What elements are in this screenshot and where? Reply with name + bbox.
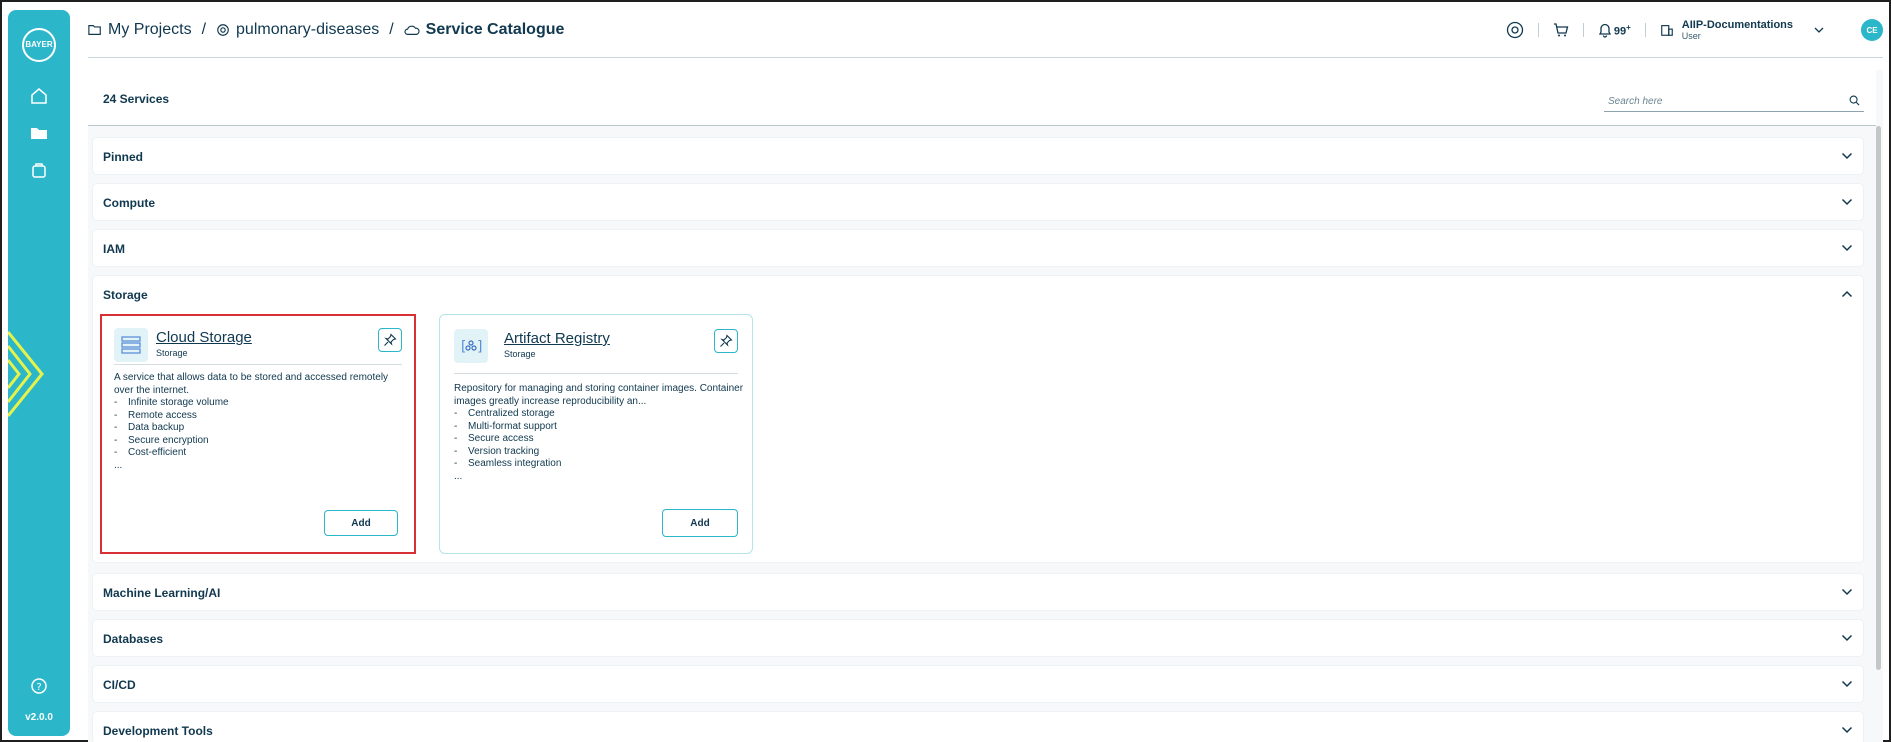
feature-item: Seamless integration <box>454 458 744 471</box>
card-description: A service that allows data to be stored … <box>114 372 404 472</box>
header-actions: 99+ AIIP-Documentations User CE <box>1506 2 1883 58</box>
category-machine-learning[interactable]: Machine Learning/AI <box>93 574 1863 610</box>
svg-text:]: ] <box>476 339 484 355</box>
catalogue-toolbar: 24 Services <box>88 70 1876 126</box>
user-menu[interactable]: AIIP-Documentations User CE <box>1660 19 1883 41</box>
help-icon[interactable]: ? <box>29 676 49 696</box>
notifications-button[interactable]: 99+ <box>1598 22 1631 38</box>
scrollbar[interactable] <box>1876 126 1881 670</box>
settings-icon[interactable] <box>1506 21 1524 39</box>
breadcrumb-project[interactable]: pulmonary-diseases <box>216 21 379 39</box>
breadcrumb-separator: / <box>201 20 207 38</box>
home-icon[interactable] <box>29 86 49 106</box>
divider <box>1582 23 1584 37</box>
category-development-tools[interactable]: Development Tools <box>93 712 1863 742</box>
divider <box>1644 23 1646 37</box>
avatar[interactable]: CE <box>1861 19 1883 41</box>
search-icon[interactable] <box>1849 95 1860 106</box>
breadcrumb-separator: / <box>389 20 394 38</box>
category-compute[interactable]: Compute <box>93 184 1863 220</box>
add-button[interactable]: Add <box>662 509 738 537</box>
category-storage-title[interactable]: Storage <box>103 288 148 302</box>
cloud-icon <box>404 25 420 35</box>
feature-item: Remote access <box>114 410 404 423</box>
add-button[interactable]: Add <box>324 510 398 536</box>
sidebar: BAYER ? v2.0.0 <box>8 10 70 736</box>
breadcrumb-my-projects[interactable]: My Projects <box>88 21 192 39</box>
bayer-logo[interactable]: BAYER <box>22 28 56 62</box>
feature-item: Secure encryption <box>114 435 404 448</box>
expand-chevrons-icon[interactable] <box>8 328 52 420</box>
svg-text:?: ? <box>36 682 41 693</box>
pin-icon <box>384 333 397 346</box>
chevron-down-icon <box>1841 152 1853 160</box>
pin-icon <box>720 334 733 347</box>
bag-icon[interactable] <box>29 160 49 180</box>
services-count: 24 Services <box>103 92 170 106</box>
artifact-registry-icon: [] <box>454 329 488 363</box>
search-input[interactable] <box>1604 92 1864 112</box>
feature-item: Cost-efficient <box>114 447 404 460</box>
chevron-down-icon <box>1814 27 1824 33</box>
chevron-down-icon <box>1841 634 1853 642</box>
chevron-down-icon <box>1841 588 1853 596</box>
feature-item: Secure access <box>454 433 744 446</box>
chevron-down-icon <box>1841 198 1853 206</box>
user-info: AIIP-Documentations User <box>1682 19 1793 41</box>
service-card-cloud-storage: Cloud Storage Storage A service that all… <box>100 314 416 554</box>
breadcrumb-current: Service Catalogue <box>404 21 564 39</box>
card-title[interactable]: Cloud Storage <box>156 329 252 346</box>
bell-icon <box>1598 23 1611 38</box>
gear-icon <box>217 23 229 36</box>
feature-item: Infinite storage volume <box>114 397 404 410</box>
card-category: Storage <box>156 348 188 358</box>
version-label: v2.0.0 <box>25 712 53 723</box>
user-name: AIIP-Documentations <box>1681 19 1793 31</box>
divider <box>1537 23 1539 37</box>
service-catalogue-panel: 24 Services Pinned Compute IAM Storage C… <box>88 70 1883 742</box>
divider <box>454 373 738 374</box>
chevron-up-icon[interactable] <box>1841 288 1853 300</box>
category-cicd[interactable]: CI/CD <box>93 666 1863 702</box>
card-description: Repository for managing and storing cont… <box>454 383 744 483</box>
pin-button[interactable] <box>714 329 738 353</box>
category-iam[interactable]: IAM <box>93 230 1863 266</box>
cart-icon[interactable] <box>1553 22 1569 38</box>
folder-open-icon <box>88 24 101 35</box>
feature-item: Centralized storage <box>454 408 744 421</box>
divider <box>114 364 402 365</box>
service-card-artifact-registry: [] Artifact Registry Storage Repository … <box>439 314 753 554</box>
category-pinned[interactable]: Pinned <box>93 138 1863 174</box>
chevron-down-icon <box>1841 726 1853 734</box>
feature-item: Multi-format support <box>454 421 744 434</box>
notification-count: 99+ <box>1613 22 1631 38</box>
chevron-down-icon <box>1841 244 1853 252</box>
category-storage: Storage Cloud Storage Storage A service … <box>93 276 1863 562</box>
building-icon <box>1660 25 1673 36</box>
card-title[interactable]: Artifact Registry <box>504 330 610 347</box>
card-category: Storage <box>504 349 536 359</box>
top-header: My Projects / pulmonary-diseases / Servi… <box>88 2 1883 58</box>
folder-icon[interactable] <box>29 123 49 143</box>
chevron-down-icon <box>1841 680 1853 688</box>
user-role: User <box>1681 31 1701 41</box>
feature-item: Version tracking <box>454 446 744 459</box>
category-databases[interactable]: Databases <box>93 620 1863 656</box>
pin-button[interactable] <box>378 328 402 352</box>
cloud-storage-icon <box>114 328 148 362</box>
feature-item: Data backup <box>114 422 404 435</box>
